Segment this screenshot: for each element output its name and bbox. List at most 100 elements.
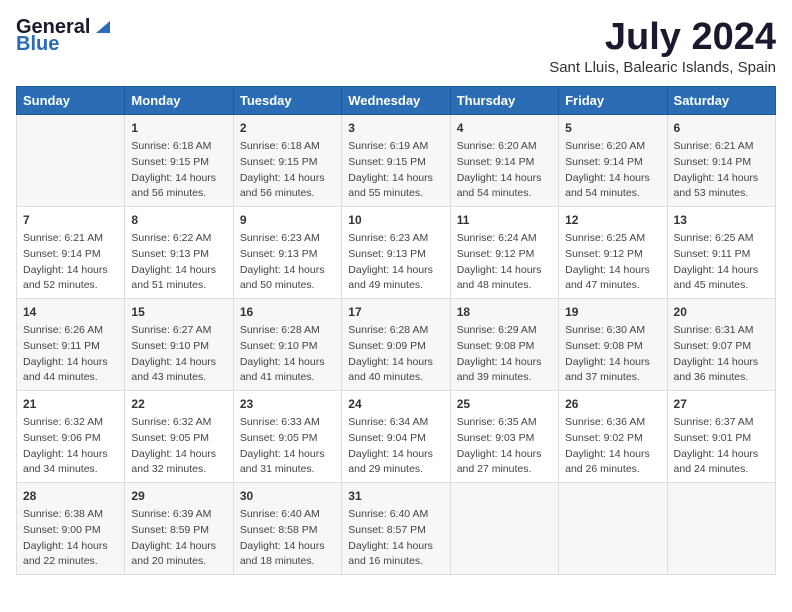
calendar-cell: 9 Sunrise: 6:23 AM Sunset: 9:13 PM Daylig… — [233, 207, 341, 299]
day-number: 23 — [240, 395, 335, 413]
calendar-week-row: 7 Sunrise: 6:21 AM Sunset: 9:14 PM Daylig… — [17, 207, 776, 299]
cell-info: Sunrise: 6:39 AM Sunset: 8:59 PM Dayligh… — [131, 507, 226, 570]
cell-info: Sunrise: 6:21 AM Sunset: 9:14 PM Dayligh… — [23, 231, 118, 294]
calendar-cell: 8Sunrise: 6:22 AM Sunset: 9:13 PM Daylig… — [125, 207, 233, 299]
calendar-cell: 1 Sunrise: 6:18 AM Sunset: 9:15 PM Daylig… — [125, 115, 233, 207]
calendar-cell: 16Sunrise: 6:28 AM Sunset: 9:10 PM Dayli… — [233, 299, 341, 391]
cell-info: Sunrise: 6:28 AM Sunset: 9:10 PM Dayligh… — [240, 323, 335, 386]
cell-info: Sunrise: 6:34 AM Sunset: 9:04 PM Dayligh… — [348, 415, 443, 478]
calendar-cell: 18 Sunrise: 6:29 AM Sunset: 9:08 PM Dayli… — [450, 299, 558, 391]
column-header-friday: Friday — [559, 87, 667, 115]
cell-info: Sunrise: 6:31 AM Sunset: 9:07 PM Dayligh… — [674, 323, 769, 386]
day-number: 21 — [23, 395, 118, 413]
calendar-cell: 13 Sunrise: 6:25 AM Sunset: 9:11 PM Dayli… — [667, 207, 775, 299]
cell-info: Sunrise: 6:40 AM Sunset: 8:57 PM Dayligh… — [348, 507, 443, 570]
day-number: 17 — [348, 303, 443, 321]
logo: General Blue — [16, 16, 110, 56]
calendar-cell: 15 Sunrise: 6:27 AM Sunset: 9:10 PM Dayli… — [125, 299, 233, 391]
calendar-cell: 22Sunrise: 6:32 AM Sunset: 9:05 PM Dayli… — [125, 391, 233, 483]
day-number: 18 — [457, 303, 552, 321]
column-header-sunday: Sunday — [17, 87, 125, 115]
cell-info: Sunrise: 6:19 AM Sunset: 9:15 PM Dayligh… — [348, 139, 443, 202]
day-number: 20 — [674, 303, 769, 321]
day-number: 19 — [565, 303, 660, 321]
day-number: 1 — [131, 119, 226, 137]
calendar-cell: 27Sunrise: 6:37 AM Sunset: 9:01 PM Dayli… — [667, 391, 775, 483]
cell-info: Sunrise: 6:25 AM Sunset: 9:11 PM Dayligh… — [674, 231, 769, 294]
cell-info: Sunrise: 6:21 AM Sunset: 9:14 PM Dayligh… — [674, 139, 769, 202]
calendar-week-row: 21 Sunrise: 6:32 AM Sunset: 9:06 PM Dayli… — [17, 391, 776, 483]
day-number: 15 — [131, 303, 226, 321]
day-number: 2 — [240, 119, 335, 137]
title-area: July 2024 Sant Lluis, Balearic Islands, … — [549, 16, 776, 76]
calendar-header-row: SundayMondayTuesdayWednesdayThursdayFrid… — [17, 87, 776, 115]
calendar-cell: 5Sunrise: 6:20 AM Sunset: 9:14 PM Daylig… — [559, 115, 667, 207]
calendar-cell: 23 Sunrise: 6:33 AM Sunset: 9:05 PM Dayli… — [233, 391, 341, 483]
day-number: 26 — [565, 395, 660, 413]
column-header-monday: Monday — [125, 87, 233, 115]
cell-info: Sunrise: 6:33 AM Sunset: 9:05 PM Dayligh… — [240, 415, 335, 478]
subtitle: Sant Lluis, Balearic Islands, Spain — [549, 59, 776, 76]
calendar-cell: 24 Sunrise: 6:34 AM Sunset: 9:04 PM Dayli… — [342, 391, 450, 483]
cell-info: Sunrise: 6:32 AM Sunset: 9:06 PM Dayligh… — [23, 415, 118, 478]
calendar-cell — [450, 483, 558, 575]
day-number: 12 — [565, 211, 660, 229]
logo-blue-text: Blue — [16, 33, 59, 56]
calendar-cell: 7 Sunrise: 6:21 AM Sunset: 9:14 PM Daylig… — [17, 207, 125, 299]
calendar-cell: 26 Sunrise: 6:36 AM Sunset: 9:02 PM Dayli… — [559, 391, 667, 483]
day-number: 22 — [131, 395, 226, 413]
cell-info: Sunrise: 6:23 AM Sunset: 9:13 PM Dayligh… — [240, 231, 335, 294]
calendar-cell: 3 Sunrise: 6:19 AM Sunset: 9:15 PM Daylig… — [342, 115, 450, 207]
column-header-wednesday: Wednesday — [342, 87, 450, 115]
day-number: 31 — [348, 487, 443, 505]
cell-info: Sunrise: 6:20 AM Sunset: 9:14 PM Dayligh… — [457, 139, 552, 202]
day-number: 4 — [457, 119, 552, 137]
day-number: 8 — [131, 211, 226, 229]
calendar-cell: 29Sunrise: 6:39 AM Sunset: 8:59 PM Dayli… — [125, 483, 233, 575]
calendar-cell: 20 Sunrise: 6:31 AM Sunset: 9:07 PM Dayli… — [667, 299, 775, 391]
cell-info: Sunrise: 6:18 AM Sunset: 9:15 PM Dayligh… — [240, 139, 335, 202]
cell-info: Sunrise: 6:40 AM Sunset: 8:58 PM Dayligh… — [240, 507, 335, 570]
calendar-week-row: 1 Sunrise: 6:18 AM Sunset: 9:15 PM Daylig… — [17, 115, 776, 207]
cell-info: Sunrise: 6:27 AM Sunset: 9:10 PM Dayligh… — [131, 323, 226, 386]
day-number: 7 — [23, 211, 118, 229]
day-number: 9 — [240, 211, 335, 229]
cell-info: Sunrise: 6:23 AM Sunset: 9:13 PM Dayligh… — [348, 231, 443, 294]
day-number: 6 — [674, 119, 769, 137]
calendar-cell: 28 Sunrise: 6:38 AM Sunset: 9:00 PM Dayli… — [17, 483, 125, 575]
day-number: 13 — [674, 211, 769, 229]
day-number: 24 — [348, 395, 443, 413]
day-number: 25 — [457, 395, 552, 413]
column-header-tuesday: Tuesday — [233, 87, 341, 115]
calendar-week-row: 14Sunrise: 6:26 AM Sunset: 9:11 PM Dayli… — [17, 299, 776, 391]
day-number: 30 — [240, 487, 335, 505]
cell-info: Sunrise: 6:24 AM Sunset: 9:12 PM Dayligh… — [457, 231, 552, 294]
page-header: General Blue July 2024 Sant Lluis, Balea… — [16, 16, 776, 76]
calendar-cell: 10 Sunrise: 6:23 AM Sunset: 9:13 PM Dayli… — [342, 207, 450, 299]
calendar-cell: 12Sunrise: 6:25 AM Sunset: 9:12 PM Dayli… — [559, 207, 667, 299]
column-header-thursday: Thursday — [450, 87, 558, 115]
calendar-cell: 25Sunrise: 6:35 AM Sunset: 9:03 PM Dayli… — [450, 391, 558, 483]
column-header-saturday: Saturday — [667, 87, 775, 115]
day-number: 27 — [674, 395, 769, 413]
cell-info: Sunrise: 6:18 AM Sunset: 9:15 PM Dayligh… — [131, 139, 226, 202]
cell-info: Sunrise: 6:36 AM Sunset: 9:02 PM Dayligh… — [565, 415, 660, 478]
main-title: July 2024 — [549, 16, 776, 59]
calendar-cell: 21 Sunrise: 6:32 AM Sunset: 9:06 PM Dayli… — [17, 391, 125, 483]
day-number: 10 — [348, 211, 443, 229]
day-number: 28 — [23, 487, 118, 505]
cell-info: Sunrise: 6:20 AM Sunset: 9:14 PM Dayligh… — [565, 139, 660, 202]
calendar-cell — [17, 115, 125, 207]
calendar-cell: 6 Sunrise: 6:21 AM Sunset: 9:14 PM Daylig… — [667, 115, 775, 207]
logo-triangle-icon — [92, 17, 110, 35]
calendar-cell: 19 Sunrise: 6:30 AM Sunset: 9:08 PM Dayli… — [559, 299, 667, 391]
calendar-week-row: 28 Sunrise: 6:38 AM Sunset: 9:00 PM Dayli… — [17, 483, 776, 575]
cell-info: Sunrise: 6:28 AM Sunset: 9:09 PM Dayligh… — [348, 323, 443, 386]
cell-info: Sunrise: 6:30 AM Sunset: 9:08 PM Dayligh… — [565, 323, 660, 386]
cell-info: Sunrise: 6:29 AM Sunset: 9:08 PM Dayligh… — [457, 323, 552, 386]
cell-info: Sunrise: 6:38 AM Sunset: 9:00 PM Dayligh… — [23, 507, 118, 570]
calendar-cell — [559, 483, 667, 575]
calendar-cell: 14Sunrise: 6:26 AM Sunset: 9:11 PM Dayli… — [17, 299, 125, 391]
calendar-cell — [667, 483, 775, 575]
day-number: 3 — [348, 119, 443, 137]
